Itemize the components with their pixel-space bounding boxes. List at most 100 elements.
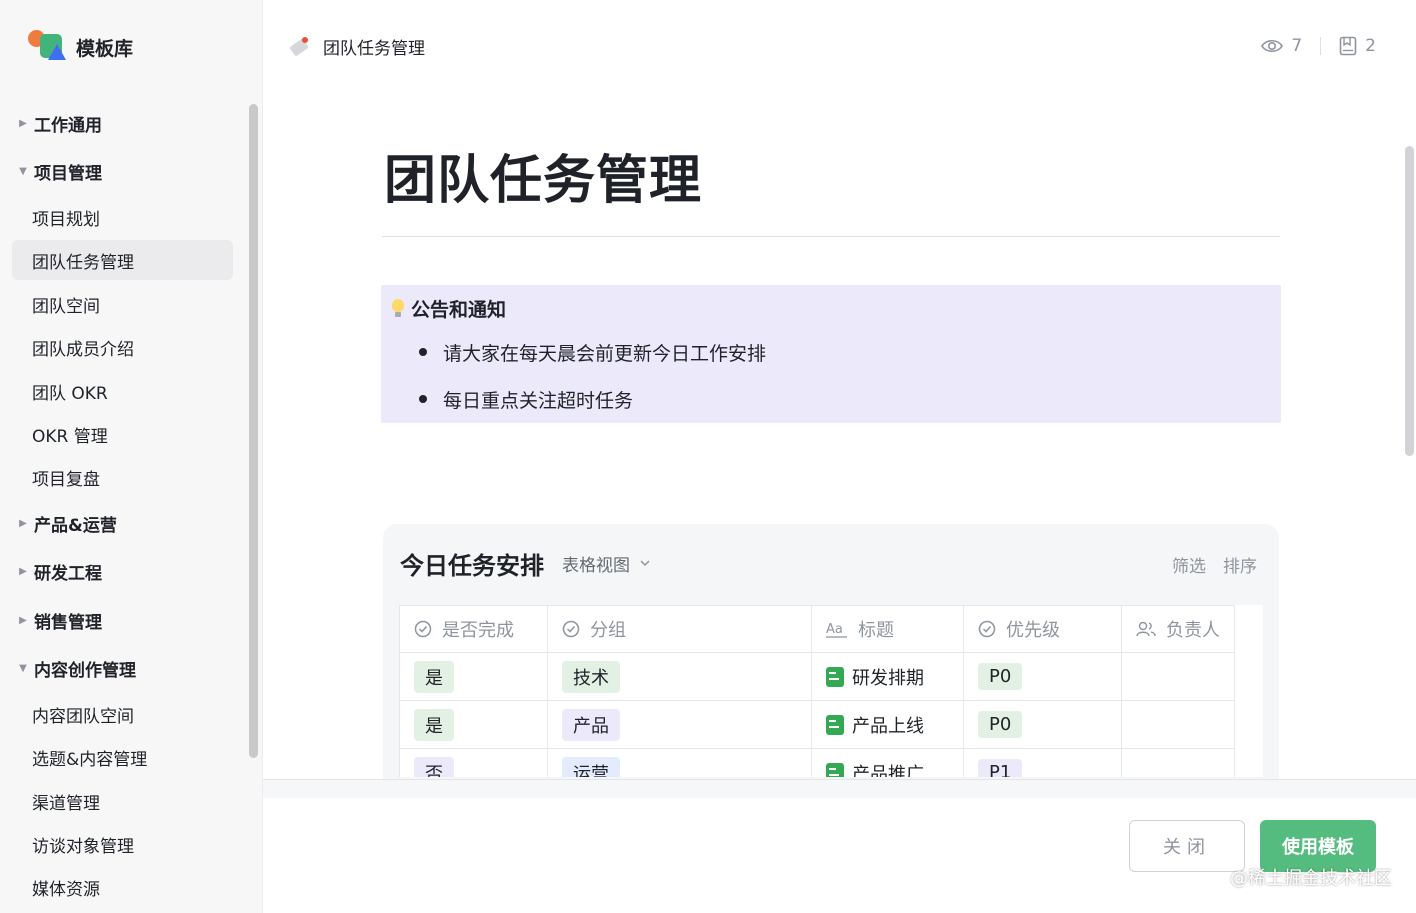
priority-cell[interactable]: P1 — [963, 748, 1122, 777]
view-selector[interactable]: 表格视图 — [562, 551, 650, 576]
content-scrollbar[interactable] — [1405, 146, 1414, 456]
preview-header: 团队任务管理 7 2 — [263, 0, 1416, 96]
nav-group-project-management[interactable]: ▼ 项目管理 — [12, 151, 233, 191]
nav-item-media-resources[interactable]: 媒体资源 — [12, 867, 233, 907]
chevron-down-icon — [640, 560, 650, 567]
check-circle-icon — [562, 620, 580, 638]
table-title: 今日任务安排 — [400, 552, 544, 580]
caret-right-icon: ▶ — [19, 517, 27, 529]
check-circle-icon — [414, 620, 432, 638]
template-library-logo-icon — [28, 30, 66, 64]
table-actions: 筛选 排序 — [1172, 552, 1257, 577]
views-stat: 7 — [1261, 36, 1302, 56]
footer-band — [263, 780, 1416, 798]
group-cell[interactable]: 产品 — [547, 700, 812, 749]
filter-button[interactable]: 筛选 — [1172, 552, 1206, 577]
list-item: 请大家在每天晨会前更新今日工作安排 — [419, 339, 766, 386]
nav-item-okr-management[interactable]: OKR 管理 — [12, 414, 233, 454]
table-row[interactable]: 是 产品 产品上线 P0 — [399, 700, 1235, 749]
column-header-title[interactable]: Aa 标题 — [811, 605, 964, 653]
group-tag: 运营 — [562, 756, 620, 777]
nav-item-team-members[interactable]: 团队成员介绍 — [12, 327, 233, 367]
nav-group-rd-engineering[interactable]: ▶ 研发工程 — [12, 551, 233, 591]
views-count: 7 — [1291, 36, 1303, 56]
bullet-icon — [419, 348, 427, 356]
nav-item-content-team-space[interactable]: 内容团队空间 — [12, 694, 233, 734]
brand: 模板库 — [28, 30, 133, 64]
record-icon — [826, 714, 844, 735]
group-tag: 产品 — [562, 708, 620, 741]
column-header-group[interactable]: 分组 — [547, 605, 812, 653]
sidebar: 模板库 ▶ 工作通用 ▼ 项目管理 项目规划 团队任务管理 团队空间 团队成员介… — [0, 0, 263, 913]
divider — [1320, 37, 1322, 55]
callout-heading: 公告和通知 — [391, 295, 506, 322]
watermark: @稀土掘金技术社区 — [1230, 868, 1392, 889]
table-header-row: 是否完成 分组 Aa 标题 优先级 负责人 — [399, 605, 1235, 653]
nav-item-channel-management[interactable]: 渠道管理 — [12, 781, 233, 821]
caret-down-icon: ▼ — [19, 662, 27, 674]
sort-button[interactable]: 排序 — [1223, 552, 1257, 577]
priority-tag: P1 — [978, 759, 1023, 777]
group-cell[interactable]: 技术 — [547, 652, 812, 701]
nav-group-sales[interactable]: ▶ 销售管理 — [12, 600, 233, 640]
task-table: 是否完成 分组 Aa 标题 优先级 负责人 是 技术 研发排期 P0 是 产品 … — [399, 605, 1263, 777]
close-button[interactable]: 关闭 — [1129, 820, 1245, 872]
nav-group-work-general[interactable]: ▶ 工作通用 — [12, 103, 233, 143]
book-icon — [1339, 36, 1357, 56]
dialog-footer: 关闭 使用模板 — [263, 779, 1416, 913]
sidebar-scrollbar[interactable] — [249, 104, 258, 758]
done-tag: 是 — [414, 660, 454, 693]
column-header-owner[interactable]: 负责人 — [1121, 605, 1235, 653]
nav-item-team-space[interactable]: 团队空间 — [12, 284, 233, 324]
priority-tag: P0 — [978, 663, 1023, 690]
title-cell[interactable]: 产品上线 — [811, 700, 964, 749]
check-circle-icon — [978, 620, 996, 638]
priority-cell[interactable]: P0 — [963, 700, 1122, 749]
notice-callout: 公告和通知 请大家在每天晨会前更新今日工作安排 每日重点关注超时任务 — [381, 285, 1281, 423]
svg-text:Aa: Aa — [826, 622, 843, 637]
owner-cell[interactable] — [1121, 700, 1235, 749]
task-table-card: 今日任务安排 表格视图 筛选 排序 是否完成 分组 Aa 标题 优先级 负责人 … — [383, 524, 1279, 794]
caret-right-icon: ▶ — [19, 117, 27, 129]
breadcrumb: 团队任务管理 — [289, 34, 425, 59]
done-cell[interactable]: 是 — [399, 652, 548, 701]
record-icon — [826, 762, 844, 777]
nav-item-team-okr[interactable]: 团队 OKR — [12, 371, 233, 411]
nav-item-project-planning[interactable]: 项目规划 — [12, 197, 233, 237]
title-cell[interactable]: 研发排期 — [811, 652, 964, 701]
record-icon — [826, 666, 844, 687]
people-icon — [1136, 621, 1156, 637]
nav-group-content-creation[interactable]: ▼ 内容创作管理 — [12, 648, 233, 688]
done-tag: 是 — [414, 708, 454, 741]
eye-icon — [1261, 39, 1284, 53]
template-stats: 7 2 — [1261, 36, 1376, 56]
caret-down-icon: ▼ — [19, 165, 27, 177]
caret-right-icon: ▶ — [19, 614, 27, 626]
nav-item-team-task-management[interactable]: 团队任务管理 — [12, 240, 233, 280]
lightbulb-icon — [391, 298, 405, 319]
group-cell[interactable]: 运营 — [547, 748, 812, 777]
bullet-icon — [419, 395, 427, 403]
text-field-icon: Aa — [826, 622, 847, 638]
nav-group-product-ops[interactable]: ▶ 产品&运营 — [12, 503, 233, 543]
callout-list: 请大家在每天晨会前更新今日工作安排 每日重点关注超时任务 — [419, 339, 766, 433]
breadcrumb-title: 团队任务管理 — [323, 39, 425, 59]
uses-count: 2 — [1365, 36, 1376, 56]
table-row[interactable]: 否 运营 产品推广 P1 — [399, 748, 1235, 777]
nav-item-project-review[interactable]: 项目复盘 — [12, 457, 233, 497]
divider — [382, 236, 1280, 237]
table-row[interactable]: 是 技术 研发排期 P0 — [399, 652, 1235, 701]
title-cell[interactable]: 产品推广 — [811, 748, 964, 777]
uses-stat: 2 — [1339, 36, 1376, 56]
nav-item-interviewee-management[interactable]: 访谈对象管理 — [12, 824, 233, 864]
owner-cell[interactable] — [1121, 748, 1235, 777]
column-header-priority[interactable]: 优先级 — [963, 605, 1122, 653]
column-header-done[interactable]: 是否完成 — [399, 605, 548, 653]
nav-item-topic-content[interactable]: 选题&内容管理 — [12, 737, 233, 777]
owner-cell[interactable] — [1121, 652, 1235, 701]
list-item: 每日重点关注超时任务 — [419, 386, 766, 433]
priority-cell[interactable]: P0 — [963, 652, 1122, 701]
page-title: 团队任务管理 — [384, 151, 703, 211]
done-cell[interactable]: 否 — [399, 748, 548, 777]
done-cell[interactable]: 是 — [399, 700, 548, 749]
